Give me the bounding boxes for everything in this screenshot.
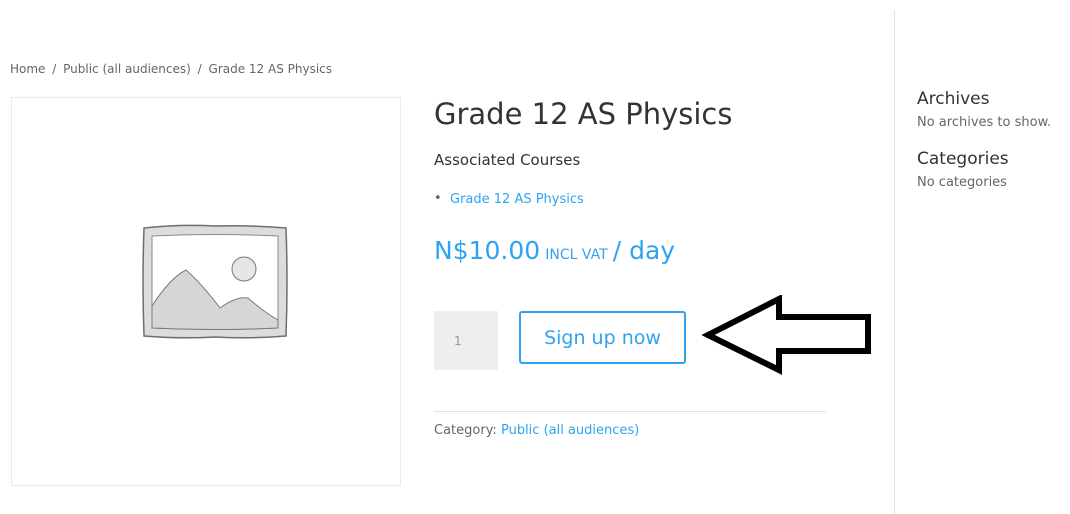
breadcrumb-separator: / bbox=[52, 62, 57, 76]
category-link[interactable]: Public (all audiences) bbox=[501, 423, 639, 438]
price-suffix: incl VAT bbox=[545, 247, 608, 263]
course-list: Grade 12 AS Physics bbox=[434, 191, 584, 207]
quantity-input[interactable] bbox=[434, 311, 498, 370]
product-image[interactable] bbox=[11, 97, 401, 486]
price: N$10.00 incl VAT / day bbox=[434, 236, 675, 265]
product-meta: Category: Public (all audiences) bbox=[434, 423, 639, 438]
categories-widget: Categories No categories bbox=[917, 149, 1067, 190]
product-summary: Grade 12 AS Physics Associated Courses G… bbox=[434, 97, 826, 438]
breadcrumb-category-link[interactable]: Public (all audiences) bbox=[63, 62, 191, 76]
breadcrumb-separator: / bbox=[197, 62, 202, 76]
divider bbox=[434, 411, 826, 412]
archives-widget: Archives No archives to show. bbox=[917, 89, 1067, 130]
associated-courses-label: Associated Courses bbox=[434, 151, 581, 169]
placeholder-image-icon bbox=[142, 224, 288, 339]
breadcrumb: Home / Public (all audiences) / Grade 12… bbox=[10, 62, 332, 76]
price-period: / day bbox=[612, 236, 676, 265]
breadcrumb-current: Grade 12 AS Physics bbox=[208, 62, 333, 76]
arrow-left-icon bbox=[702, 295, 871, 375]
sidebar: Archives No archives to show. Categories… bbox=[917, 89, 1067, 190]
breadcrumb-home-link[interactable]: Home bbox=[10, 62, 45, 76]
course-link[interactable]: Grade 12 AS Physics bbox=[450, 192, 584, 207]
category-label: Category: bbox=[434, 423, 497, 438]
list-item: Grade 12 AS Physics bbox=[434, 191, 584, 207]
archives-title: Archives bbox=[917, 89, 990, 109]
product-title: Grade 12 AS Physics bbox=[434, 97, 733, 131]
sign-up-button[interactable]: Sign up now bbox=[519, 311, 686, 364]
categories-title: Categories bbox=[917, 149, 1009, 169]
price-amount: N$10.00 bbox=[434, 236, 541, 265]
sidebar-divider bbox=[894, 10, 895, 514]
archives-text: No archives to show. bbox=[917, 115, 1052, 130]
categories-text: No categories bbox=[917, 175, 1007, 190]
